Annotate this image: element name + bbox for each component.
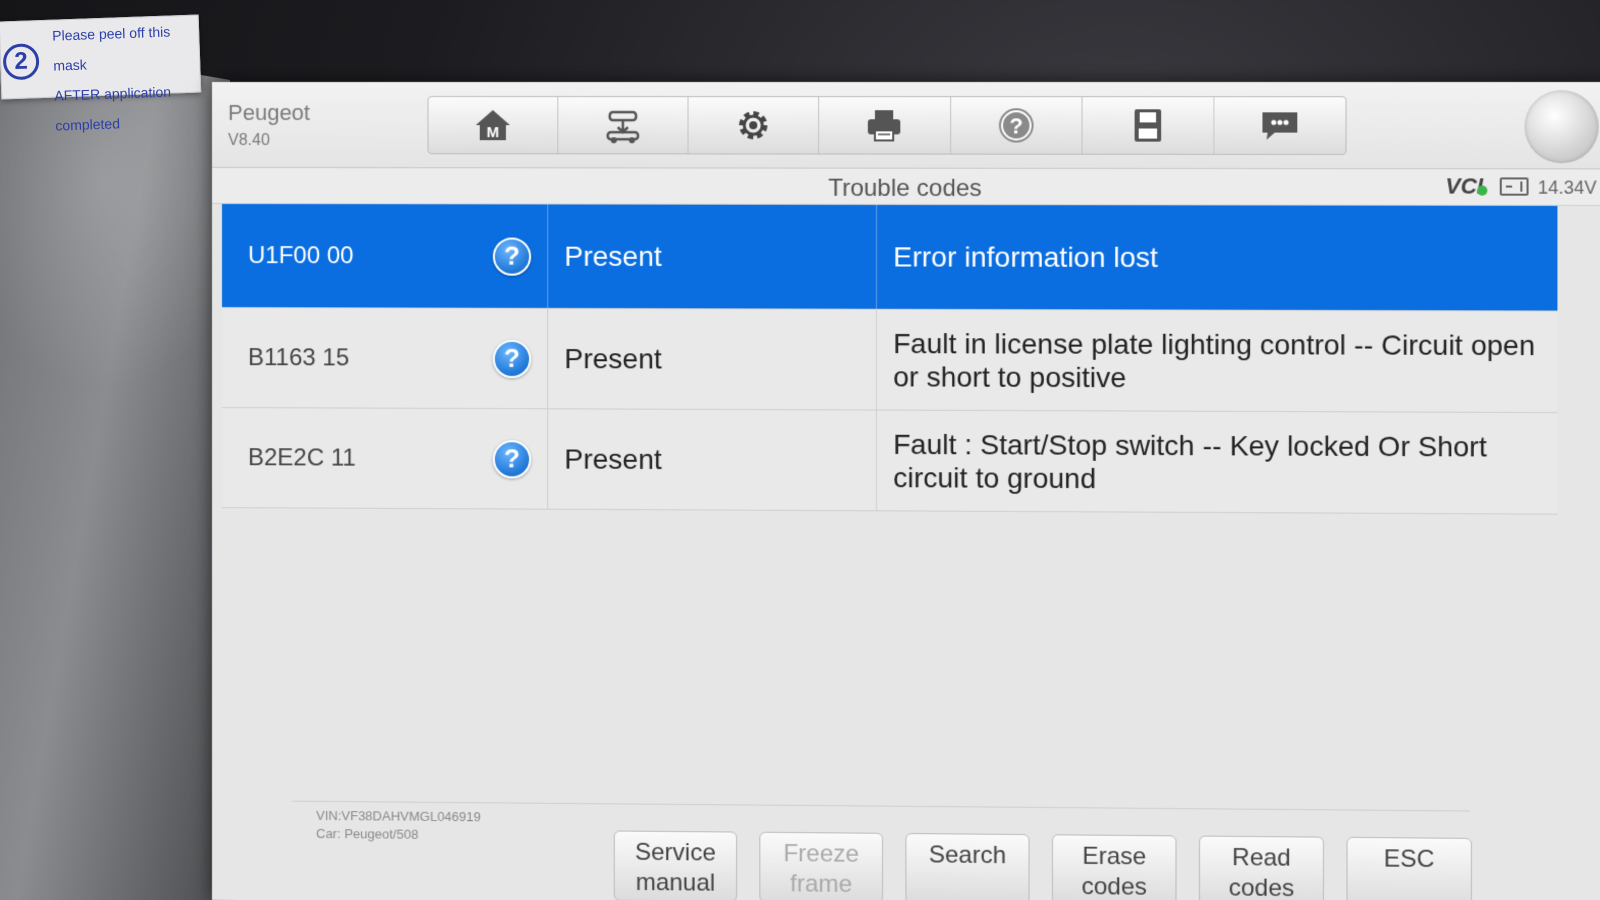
trouble-code: B2E2C 11: [248, 443, 356, 472]
tablet-screen: Peugeot V8.40 M ? Trouble codes VCI 14.3…: [212, 82, 1600, 900]
svg-text:?: ?: [1009, 113, 1023, 138]
sticker-line-2: AFTER application completed: [54, 83, 172, 134]
status-cell: Present: [548, 409, 877, 511]
table-row[interactable]: U1F00 00 ? Present Error information los…: [221, 204, 1558, 312]
search-button[interactable]: Search: [905, 833, 1030, 900]
freeze-frame-button[interactable]: Freeze frame: [759, 831, 884, 900]
sticker-number: 2: [2, 43, 40, 81]
top-bar: Peugeot V8.40 M ?: [212, 82, 1600, 170]
page-title: Trouble codes: [828, 174, 982, 203]
description-cell: Error information lost: [893, 241, 1158, 274]
save-button[interactable]: [1082, 97, 1215, 154]
code-cell: U1F00 00 ?: [221, 204, 549, 308]
battery-icon: [1499, 177, 1529, 196]
description-cell: Fault : Start/Stop switch -- Key locked …: [893, 428, 1487, 494]
question-icon: ?: [995, 104, 1038, 146]
power-button[interactable]: [1524, 90, 1599, 164]
brand-block: Peugeot V8.40: [228, 100, 310, 150]
car-model: Car: Peugeot/508: [316, 825, 419, 842]
toolbar: M ?: [427, 96, 1347, 155]
action-buttons: Service manual Freeze frame Search Erase…: [613, 830, 1472, 900]
footer-bar: VIN:VF38DAHVMGL046919 Car: Peugeot/508 S…: [292, 800, 1472, 900]
protective-mask-sticker: 2 Please peel off this mask AFTER applic…: [0, 14, 202, 134]
sticker-line-1: Please peel off this mask: [51, 23, 171, 74]
table-row[interactable]: B2E2C 11 ? Present Fault : Start/Stop sw…: [221, 408, 1558, 515]
settings-button[interactable]: [688, 97, 820, 154]
printer-icon: [868, 110, 901, 146]
code-help-icon[interactable]: ?: [492, 237, 532, 276]
read-codes-button[interactable]: Read codes: [1198, 835, 1324, 900]
code-help-icon[interactable]: ?: [492, 439, 532, 478]
status-cell: Present: [548, 204, 877, 309]
trouble-code-table: U1F00 00 ? Present Error information los…: [221, 204, 1558, 515]
service-manual-button[interactable]: Service manual: [613, 830, 738, 900]
brand-name: Peugeot: [227, 100, 311, 126]
vehicle-swap-button[interactable]: [558, 97, 689, 154]
vin-number: VIN:VF38DAHVMGL046919: [316, 807, 481, 825]
battery-voltage: 14.34V: [1537, 177, 1597, 198]
chat-icon: [1262, 112, 1298, 140]
trouble-code: U1F00 00: [248, 241, 354, 269]
description-cell: Fault in license plate lighting control …: [893, 327, 1535, 393]
esc-button[interactable]: ESC: [1346, 836, 1472, 900]
code-cell: B2E2C 11 ?: [221, 408, 549, 509]
erase-codes-button[interactable]: Erase codes: [1051, 834, 1177, 900]
help-button[interactable]: ?: [950, 97, 1083, 154]
software-version: V8.40: [227, 132, 270, 150]
car-lift-icon: [602, 104, 644, 146]
message-button[interactable]: [1214, 97, 1345, 154]
code-help-icon[interactable]: ?: [492, 339, 532, 378]
print-button[interactable]: [819, 97, 951, 154]
title-bar: Trouble codes VCI 14.34V: [212, 168, 1600, 206]
table-row[interactable]: B1163 15 ? Present Fault in license plat…: [221, 308, 1558, 414]
code-cell: B1163 15 ?: [221, 308, 549, 409]
trouble-code: B1163 15: [248, 343, 350, 371]
status-cell: Present: [548, 308, 877, 410]
home-button[interactable]: M: [428, 97, 559, 154]
svg-text:M: M: [487, 124, 500, 141]
floppy-icon: [1134, 109, 1161, 142]
home-icon: M: [475, 110, 511, 141]
vci-connected-icon: [1477, 185, 1488, 196]
gear-icon: [732, 104, 775, 146]
